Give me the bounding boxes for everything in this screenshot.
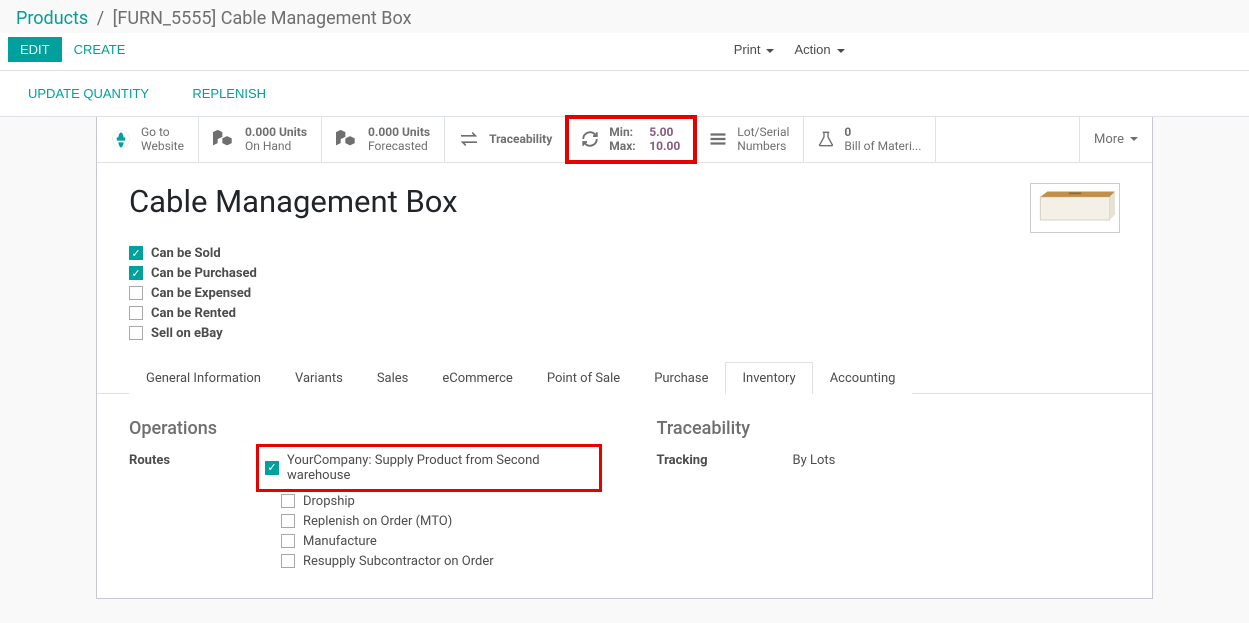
- breadcrumb-separator: /: [97, 8, 104, 29]
- stat-forecasted[interactable]: 0.000 UnitsForecasted: [322, 117, 445, 162]
- tab-variants[interactable]: Variants: [278, 362, 360, 394]
- breadcrumb-root[interactable]: Products: [16, 8, 88, 29]
- tab-accounting[interactable]: Accounting: [813, 362, 913, 394]
- checkbox-route-resupply-subcontractor[interactable]: [281, 554, 295, 568]
- stat-traceability[interactable]: Traceability: [445, 117, 567, 162]
- checkbox-route-dropship[interactable]: [281, 494, 295, 508]
- stat-go-to-website[interactable]: Go toWebsite: [97, 117, 199, 162]
- exchange-icon: [459, 131, 479, 147]
- checkbox-can-be-sold[interactable]: ✓: [129, 246, 143, 260]
- tab-sales[interactable]: Sales: [360, 362, 426, 394]
- update-quantity-button[interactable]: UPDATE QUANTITY: [16, 81, 161, 106]
- tab-general-information[interactable]: General Information: [129, 362, 278, 394]
- checkbox-can-be-expensed[interactable]: [129, 286, 143, 300]
- caret-down-icon: [1130, 137, 1138, 141]
- refresh-icon: [581, 130, 599, 148]
- sub-toolbar: UPDATE QUANTITY REPLENISH: [0, 71, 1249, 117]
- product-name-title: Cable Management Box: [129, 183, 1030, 220]
- label-tracking: Tracking: [657, 453, 777, 468]
- checkbox-route-mto[interactable]: [281, 514, 295, 528]
- checkbox-route-manufacture[interactable]: [281, 534, 295, 548]
- checkbox-can-be-rented[interactable]: [129, 306, 143, 320]
- cubes-icon: [213, 129, 235, 149]
- edit-button[interactable]: EDIT: [8, 37, 62, 62]
- tab-purchase[interactable]: Purchase: [637, 362, 725, 394]
- stat-reordering-rules[interactable]: Min:5.00 Max:10.00: [567, 117, 695, 162]
- replenish-button[interactable]: REPLENISH: [180, 81, 278, 106]
- checkbox-can-be-purchased[interactable]: ✓: [129, 266, 143, 280]
- flask-icon: [818, 130, 834, 148]
- action-dropdown[interactable]: Action: [786, 37, 852, 62]
- stat-bill-of-materials[interactable]: 0Bill of Materi...: [804, 117, 936, 162]
- tab-ecommerce[interactable]: eCommerce: [425, 362, 529, 394]
- stat-lot-serial[interactable]: Lot/SerialNumbers: [695, 117, 804, 162]
- label-routes: Routes: [129, 453, 249, 468]
- checkbox-sell-on-ebay[interactable]: [129, 326, 143, 340]
- stat-on-hand[interactable]: 0.000 UnitsOn Hand: [199, 117, 322, 162]
- route-highlight: ✓YourCompany: Supply Product from Second…: [259, 447, 599, 489]
- form-sheet: Go toWebsite 0.000 UnitsOn Hand 0.000 Un…: [96, 117, 1153, 599]
- globe-icon: [111, 129, 131, 149]
- breadcrumb-current: [FURN_5555] Cable Management Box: [113, 8, 412, 29]
- bars-icon: [709, 131, 727, 147]
- create-button[interactable]: CREATE: [62, 37, 138, 62]
- tab-inventory[interactable]: Inventory: [725, 362, 812, 394]
- cubes-icon: [336, 129, 358, 149]
- main-toolbar: EDIT CREATE Print Action: [0, 33, 1249, 71]
- section-traceability: Traceability: [657, 418, 1121, 439]
- print-dropdown[interactable]: Print: [726, 37, 783, 62]
- tabs: General Information Variants Sales eComm…: [97, 362, 1152, 394]
- stat-buttons-row: Go toWebsite 0.000 UnitsOn Hand 0.000 Un…: [97, 117, 1152, 163]
- value-tracking: By Lots: [793, 453, 836, 468]
- section-operations: Operations: [129, 418, 593, 439]
- product-flags: ✓Can be Sold ✓Can be Purchased Can be Ex…: [97, 246, 1152, 362]
- tab-point-of-sale[interactable]: Point of Sale: [530, 362, 637, 394]
- product-image[interactable]: [1030, 183, 1120, 233]
- checkbox-route-supply-second-warehouse[interactable]: ✓: [265, 461, 279, 475]
- stat-more-dropdown[interactable]: More: [1079, 117, 1152, 162]
- breadcrumb: Products / [FURN_5555] Cable Management …: [0, 0, 1249, 33]
- tab-content-inventory: Operations Routes ✓YourCompany: Supply P…: [97, 394, 1152, 598]
